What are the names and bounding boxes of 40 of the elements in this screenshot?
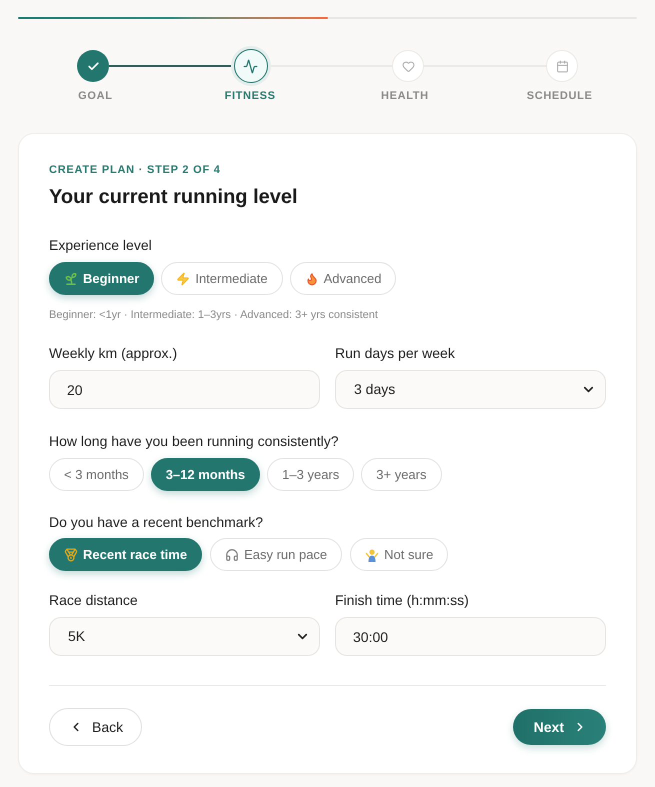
heart-icon [402,60,415,72]
step-label: GOAL [78,89,113,104]
step-label: HEALTH [380,89,429,104]
field-label: Do you have a recent benchmark? [49,513,264,532]
field-label: Race distance [49,591,139,610]
field-label: Run days per week [335,344,456,363]
weekly-km-input[interactable]: 20 [49,370,320,409]
field-label: Weekly km (approx.) [49,344,178,363]
run-days-select[interactable]: 3 days [335,370,606,409]
flame-icon [304,272,319,286]
calendar-icon [556,60,569,72]
step-label: SCHEDULE [526,89,593,104]
field-label: Experience level [49,236,153,255]
benchmark-option[interactable]: Not sure [350,538,448,571]
step-eyebrow: CREATE PLAN · STEP 2 OF 4 [49,163,222,178]
person-icon [365,548,380,562]
check-icon [86,60,100,72]
next-button[interactable]: Next [512,709,606,745]
duration-option[interactable]: 3–12 months [150,458,260,491]
sprout-icon [64,272,78,286]
form-title: Your current running level [49,185,299,210]
benchmark-option[interactable]: Easy run pace [210,538,342,571]
medal-icon [64,548,78,562]
benchmark-option[interactable]: Recent race time [49,538,202,571]
experience-option[interactable]: Beginner [49,262,154,295]
finish-time-input[interactable]: 30:00 [335,617,606,656]
pulse-icon [243,58,258,74]
experience-option[interactable]: Advanced [290,262,396,295]
headphones-icon [225,548,240,562]
field-label: Finish time (h:mm:ss) [335,591,470,610]
step-label: FITNESS [224,89,276,104]
duration-option[interactable]: 1–3 years [267,458,354,491]
lightning-icon [176,272,190,286]
duration-option[interactable]: 3+ years [361,458,442,491]
back-button[interactable]: Back [49,708,142,746]
duration-option[interactable]: < 3 months [49,458,144,491]
experience-option[interactable]: Intermediate [161,262,283,295]
race-distance-select[interactable]: 5K [49,617,320,656]
field-label: How long have you been running consistently? [49,432,340,451]
hint-text: Beginner: <1yr · Intermediate: 1–3yrs · Advanced: 3+ yrs consistent [49,308,379,323]
